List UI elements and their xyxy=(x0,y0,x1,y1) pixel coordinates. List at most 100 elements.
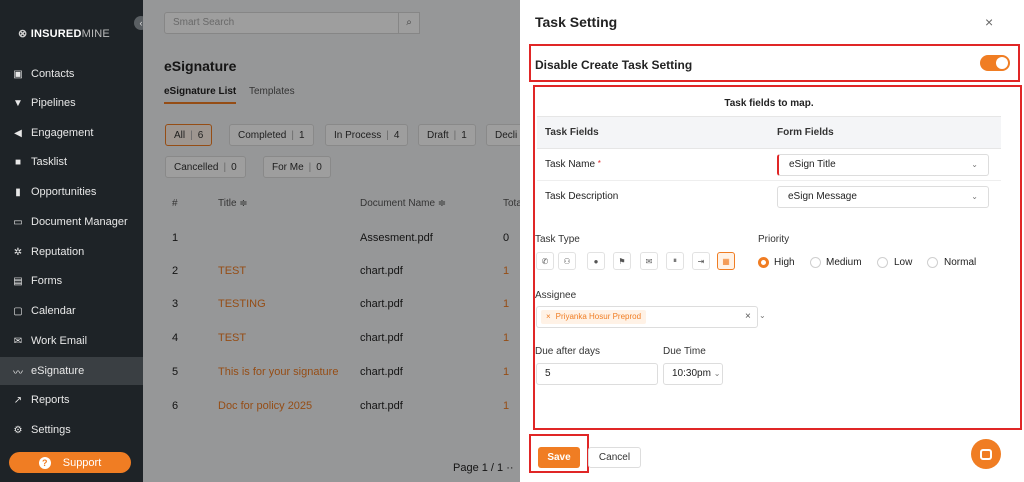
row-total[interactable]: 1 xyxy=(503,400,509,412)
assignee-select[interactable]: × Priyanka Hosur Preprod × ⌄ xyxy=(536,306,766,328)
row-document: chart.pdf xyxy=(360,265,403,277)
filter-for-me[interactable]: For Me | 0 xyxy=(263,156,331,178)
row-title[interactable]: This is for your signature xyxy=(218,366,338,378)
map-table-title: Task fields to map. xyxy=(537,91,1001,117)
filter-draft[interactable]: Draft | 1 xyxy=(418,124,476,146)
search-icon[interactable]: ⌕ xyxy=(398,12,420,34)
map-table-header: Task Fields Form Fields xyxy=(537,117,1001,149)
logout-icon: ⇥ xyxy=(697,256,705,266)
sidebar-item-esignature[interactable]: 〰 eSignature xyxy=(0,357,143,385)
pause-icon: ⏸ xyxy=(673,256,677,265)
priority-high-radio[interactable] xyxy=(758,257,769,268)
brand-logo: ⊗ INSUREDMINE xyxy=(18,28,110,40)
task-type-clock-icon[interactable]: ● xyxy=(587,252,605,270)
disable-task-setting-toggle[interactable] xyxy=(980,55,1010,71)
column-form-fields: Form Fields xyxy=(777,127,834,138)
filter-in-process[interactable]: In Process | 4 xyxy=(325,124,409,146)
task-type-meeting-icon[interactable]: ⚇ xyxy=(558,252,576,270)
sidebar-item-pipelines[interactable]: ▼ Pipelines xyxy=(0,89,143,117)
row-number: 2 xyxy=(172,265,179,277)
task-type-flag-icon[interactable]: ⚑ xyxy=(613,252,631,270)
cancel-button[interactable]: Cancel xyxy=(588,447,641,468)
chat-icon xyxy=(980,448,992,460)
sidebar-item-label: Reputation xyxy=(31,246,85,258)
chat-button[interactable] xyxy=(971,439,1001,469)
map-row-task-name: Task Name * eSign Title ⌄ xyxy=(537,149,1001,181)
row-title[interactable]: TESTING xyxy=(218,298,266,310)
chevron-down-icon: ⌄ xyxy=(971,160,978,169)
row-document: Assesment.pdf xyxy=(360,232,433,244)
sidebar-item-engagement[interactable]: ◀ Engagement xyxy=(0,119,143,147)
save-button[interactable]: Save xyxy=(538,447,580,468)
task-setting-panel: Task Setting × Disable Create Task Setti… xyxy=(520,0,1024,482)
priority-medium-radio[interactable] xyxy=(810,257,821,268)
sidebar-item-contacts[interactable]: ▣ Contacts xyxy=(0,60,143,88)
sidebar-item-label: Opportunities xyxy=(31,186,97,198)
row-document: chart.pdf xyxy=(360,298,403,310)
tab-esignature-list[interactable]: eSignature List xyxy=(164,86,237,104)
row-title[interactable]: TEST xyxy=(218,265,246,277)
contacts-icon: ▣ xyxy=(13,68,23,80)
filter-completed[interactable]: Completed | 1 xyxy=(229,124,314,146)
filter-cancelled[interactable]: Cancelled | 0 xyxy=(165,156,246,178)
assignee-chip[interactable]: × Priyanka Hosur Preprod xyxy=(541,310,647,324)
sidebar-item-label: Reports xyxy=(31,394,70,406)
sidebar-item-reputation[interactable]: ✲ Reputation xyxy=(0,238,143,266)
sidebar-item-label: Settings xyxy=(31,424,71,436)
sidebar-item-document-manager[interactable]: ▭ Document Manager xyxy=(0,208,143,236)
sidebar-item-label: Work Email xyxy=(31,335,88,347)
remove-chip-icon[interactable]: × xyxy=(546,312,551,321)
sidebar-item-forms[interactable]: ▤ Forms xyxy=(0,267,143,295)
row-total[interactable]: 1 xyxy=(503,298,509,310)
task-description-select[interactable]: eSign Message ⌄ xyxy=(777,186,989,208)
row-document: chart.pdf xyxy=(360,400,403,412)
search-input[interactable]: Smart Search xyxy=(164,12,420,34)
row-document: chart.pdf xyxy=(360,332,403,344)
page-title: eSignature xyxy=(164,58,237,74)
priority-high-label: High xyxy=(774,257,795,268)
priority-low-radio[interactable] xyxy=(877,257,888,268)
task-type-logout-icon[interactable]: ⇥ xyxy=(692,252,710,270)
chevron-down-icon[interactable]: ⌄ xyxy=(759,311,766,320)
close-icon[interactable]: × xyxy=(985,14,993,30)
reputation-icon: ✲ xyxy=(13,246,23,258)
sidebar-item-work-email[interactable]: ✉ Work Email xyxy=(0,327,143,355)
filter-all[interactable]: All | 6 xyxy=(165,124,213,146)
sidebar-item-reports[interactable]: ↗ Reports xyxy=(0,386,143,414)
due-time-label: Due Time xyxy=(663,346,706,357)
sidebar-item-label: Document Manager xyxy=(31,216,128,228)
priority-low-label: Low xyxy=(894,257,913,268)
tab-templates[interactable]: Templates xyxy=(249,86,295,97)
gear-icon: ⚙ xyxy=(13,424,23,436)
sidebar: ⊗ INSUREDMINE ‹ ▣ Contacts ▼ Pipelines ◀ Enga… xyxy=(0,0,148,482)
sidebar-item-opportunities[interactable]: ▮ Opportunities xyxy=(0,178,143,206)
priority-normal-radio[interactable] xyxy=(927,257,938,268)
calendar-icon: ▢ xyxy=(13,305,23,317)
column-header-title[interactable]: Title ≑ xyxy=(218,198,248,209)
due-time-select[interactable]: 10:30pm ⌄ xyxy=(663,363,723,385)
row-title[interactable]: Doc for policy 2025 xyxy=(218,400,312,412)
row-title[interactable]: TEST xyxy=(218,332,246,344)
task-type-phone-icon[interactable]: ✆ xyxy=(536,252,554,270)
tasklist-icon: ■ xyxy=(14,156,22,168)
clear-icon[interactable]: × xyxy=(745,311,751,322)
row-total[interactable]: 1 xyxy=(503,366,509,378)
sidebar-item-settings[interactable]: ⚙ Settings xyxy=(0,416,143,444)
help-icon: ? xyxy=(38,456,51,469)
disable-task-setting-label: Disable Create Task Setting xyxy=(535,58,693,72)
support-button[interactable]: ? Support xyxy=(9,452,131,473)
sidebar-item-calendar[interactable]: ▢ Calendar xyxy=(0,297,143,325)
due-days-label: Due after days xyxy=(535,346,601,357)
row-total[interactable]: 1 xyxy=(503,265,509,277)
sidebar-item-tasklist[interactable]: ■ Tasklist xyxy=(0,148,143,176)
task-type-pause-icon[interactable]: ⏸ xyxy=(666,252,684,270)
row-number: 5 xyxy=(172,366,179,378)
task-name-select[interactable]: eSign Title ⌄ xyxy=(777,154,989,176)
task-type-document-icon[interactable]: ▦ xyxy=(717,252,735,270)
chevron-down-icon: ⌄ xyxy=(713,369,721,378)
task-type-mail-icon[interactable]: ✉ xyxy=(640,252,658,270)
due-days-input[interactable]: 5 xyxy=(536,363,658,385)
row-total[interactable]: 1 xyxy=(503,332,509,344)
sidebar-item-label: Tasklist xyxy=(31,156,68,168)
column-header-document[interactable]: Document Name ≑ xyxy=(360,198,446,209)
